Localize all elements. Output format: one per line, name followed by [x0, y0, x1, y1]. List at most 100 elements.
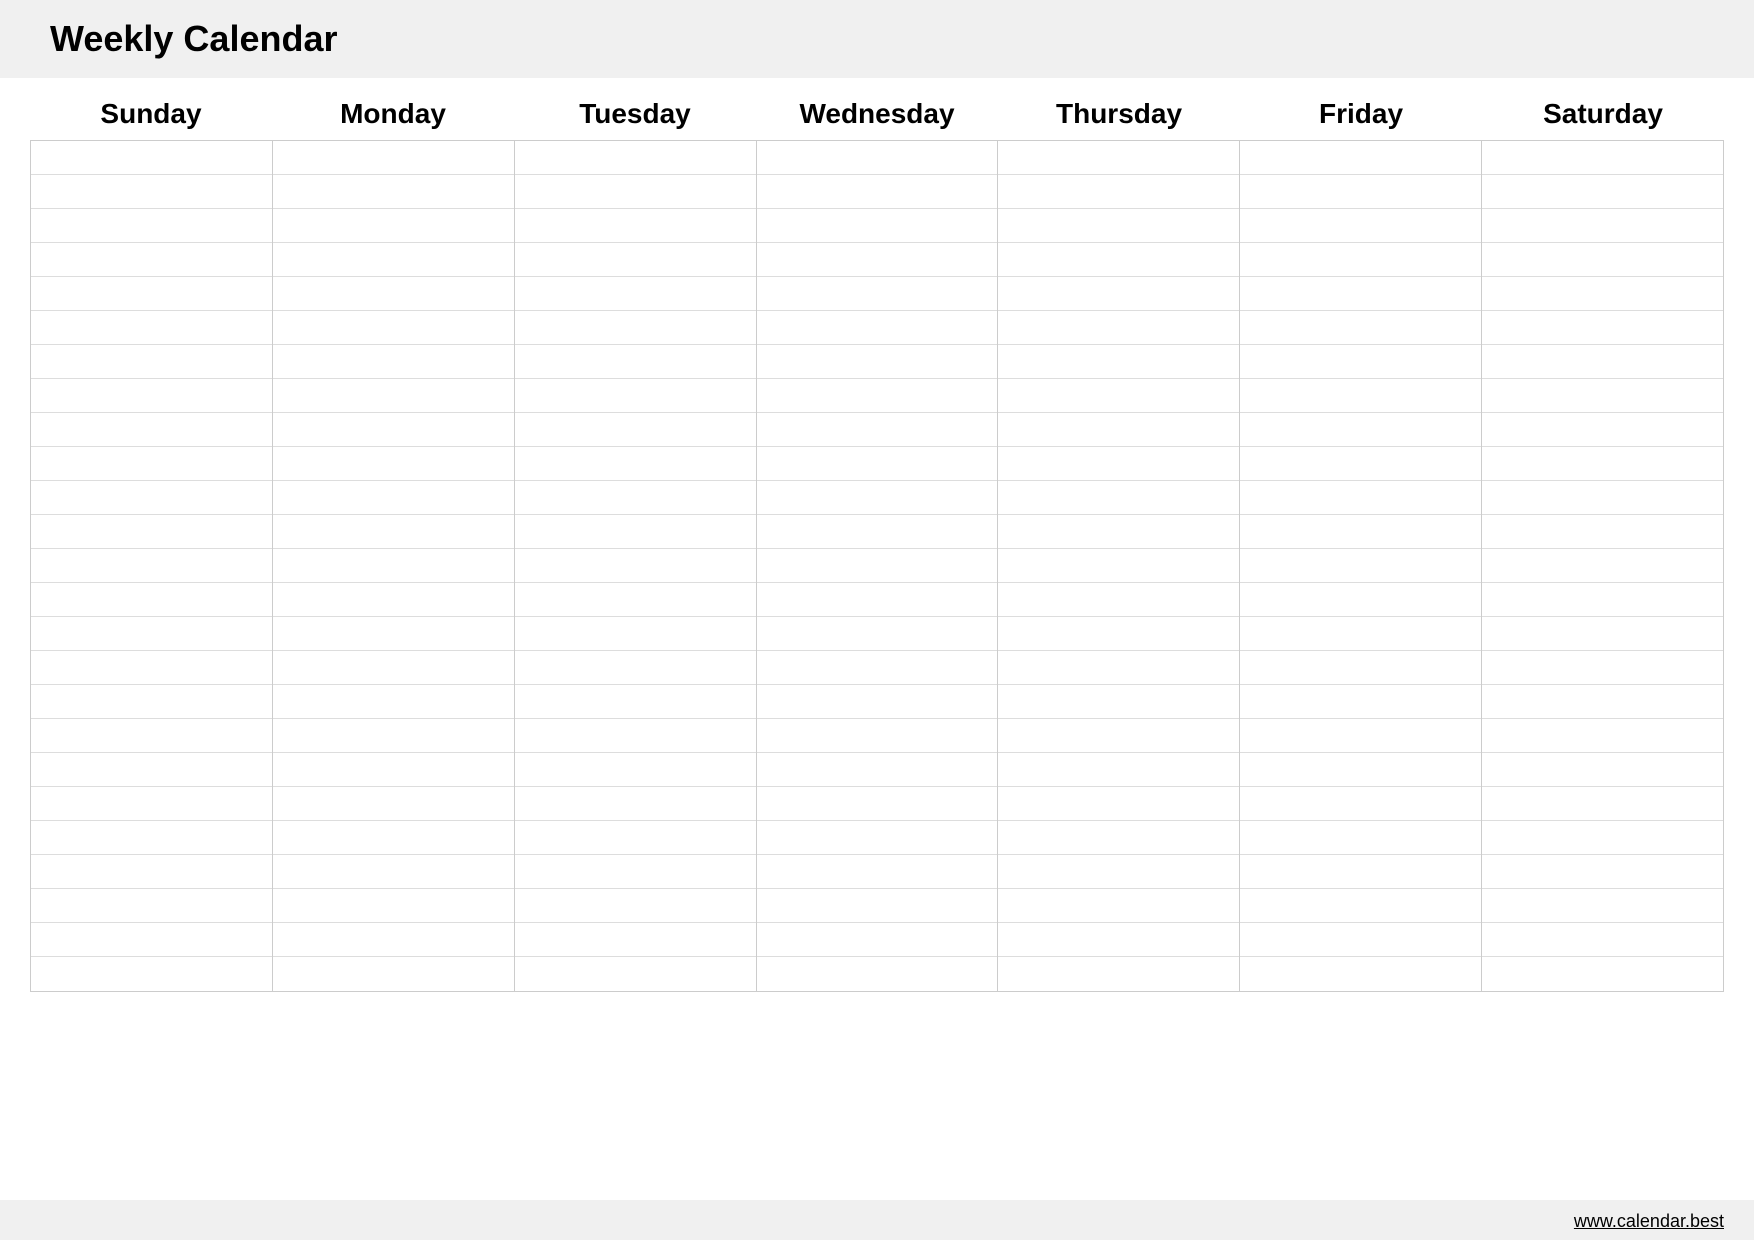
- day-column-tuesday[interactable]: [515, 141, 757, 991]
- time-slot[interactable]: [515, 141, 756, 175]
- time-slot[interactable]: [273, 175, 514, 209]
- time-slot[interactable]: [998, 923, 1239, 957]
- time-slot[interactable]: [998, 821, 1239, 855]
- time-slot[interactable]: [515, 413, 756, 447]
- time-slot[interactable]: [1482, 583, 1723, 617]
- time-slot[interactable]: [1240, 821, 1481, 855]
- time-slot[interactable]: [998, 889, 1239, 923]
- time-slot[interactable]: [31, 277, 272, 311]
- time-slot[interactable]: [31, 821, 272, 855]
- time-slot[interactable]: [515, 515, 756, 549]
- time-slot[interactable]: [1240, 617, 1481, 651]
- time-slot[interactable]: [1482, 617, 1723, 651]
- time-slot[interactable]: [1482, 209, 1723, 243]
- time-slot[interactable]: [31, 617, 272, 651]
- time-slot[interactable]: [757, 413, 998, 447]
- time-slot[interactable]: [31, 583, 272, 617]
- day-column-monday[interactable]: [273, 141, 515, 991]
- time-slot[interactable]: [998, 413, 1239, 447]
- time-slot[interactable]: [515, 243, 756, 277]
- time-slot[interactable]: [1482, 243, 1723, 277]
- time-slot[interactable]: [998, 379, 1239, 413]
- time-slot[interactable]: [998, 583, 1239, 617]
- time-slot[interactable]: [273, 821, 514, 855]
- time-slot[interactable]: [1482, 821, 1723, 855]
- time-slot[interactable]: [31, 447, 272, 481]
- time-slot[interactable]: [273, 277, 514, 311]
- time-slot[interactable]: [1240, 549, 1481, 583]
- time-slot[interactable]: [757, 515, 998, 549]
- time-slot[interactable]: [515, 481, 756, 515]
- time-slot[interactable]: [1482, 311, 1723, 345]
- time-slot[interactable]: [31, 175, 272, 209]
- time-slot[interactable]: [515, 617, 756, 651]
- time-slot[interactable]: [998, 719, 1239, 753]
- time-slot[interactable]: [1482, 345, 1723, 379]
- time-slot[interactable]: [515, 685, 756, 719]
- time-slot[interactable]: [757, 379, 998, 413]
- time-slot[interactable]: [31, 923, 272, 957]
- time-slot[interactable]: [273, 515, 514, 549]
- time-slot[interactable]: [1240, 175, 1481, 209]
- time-slot[interactable]: [31, 787, 272, 821]
- time-slot[interactable]: [273, 651, 514, 685]
- time-slot[interactable]: [1482, 549, 1723, 583]
- time-slot[interactable]: [1482, 957, 1723, 991]
- time-slot[interactable]: [757, 651, 998, 685]
- time-slot[interactable]: [515, 583, 756, 617]
- time-slot[interactable]: [31, 515, 272, 549]
- time-slot[interactable]: [998, 141, 1239, 175]
- time-slot[interactable]: [998, 753, 1239, 787]
- time-slot[interactable]: [757, 685, 998, 719]
- time-slot[interactable]: [515, 753, 756, 787]
- time-slot[interactable]: [31, 209, 272, 243]
- time-slot[interactable]: [273, 311, 514, 345]
- time-slot[interactable]: [515, 923, 756, 957]
- time-slot[interactable]: [1482, 379, 1723, 413]
- time-slot[interactable]: [515, 209, 756, 243]
- time-slot[interactable]: [757, 821, 998, 855]
- time-slot[interactable]: [1240, 753, 1481, 787]
- time-slot[interactable]: [757, 719, 998, 753]
- time-slot[interactable]: [1240, 413, 1481, 447]
- time-slot[interactable]: [1240, 651, 1481, 685]
- time-slot[interactable]: [1482, 719, 1723, 753]
- time-slot[interactable]: [273, 549, 514, 583]
- time-slot[interactable]: [757, 923, 998, 957]
- website-link[interactable]: www.calendar.best: [1574, 1211, 1724, 1232]
- time-slot[interactable]: [757, 175, 998, 209]
- time-slot[interactable]: [998, 447, 1239, 481]
- time-slot[interactable]: [757, 617, 998, 651]
- time-slot[interactable]: [757, 549, 998, 583]
- time-slot[interactable]: [273, 345, 514, 379]
- time-slot[interactable]: [757, 141, 998, 175]
- day-column-thursday[interactable]: [998, 141, 1240, 991]
- time-slot[interactable]: [1482, 447, 1723, 481]
- time-slot[interactable]: [31, 549, 272, 583]
- time-slot[interactable]: [31, 889, 272, 923]
- time-slot[interactable]: [515, 345, 756, 379]
- time-slot[interactable]: [515, 311, 756, 345]
- time-slot[interactable]: [757, 345, 998, 379]
- time-slot[interactable]: [273, 481, 514, 515]
- time-slot[interactable]: [998, 685, 1239, 719]
- time-slot[interactable]: [998, 515, 1239, 549]
- time-slot[interactable]: [273, 855, 514, 889]
- time-slot[interactable]: [757, 855, 998, 889]
- time-slot[interactable]: [1482, 753, 1723, 787]
- time-slot[interactable]: [757, 753, 998, 787]
- time-slot[interactable]: [31, 243, 272, 277]
- time-slot[interactable]: [31, 345, 272, 379]
- time-slot[interactable]: [31, 957, 272, 991]
- time-slot[interactable]: [1482, 685, 1723, 719]
- time-slot[interactable]: [998, 311, 1239, 345]
- time-slot[interactable]: [998, 855, 1239, 889]
- time-slot[interactable]: [1240, 855, 1481, 889]
- time-slot[interactable]: [273, 719, 514, 753]
- time-slot[interactable]: [273, 685, 514, 719]
- time-slot[interactable]: [1482, 787, 1723, 821]
- time-slot[interactable]: [998, 175, 1239, 209]
- time-slot[interactable]: [515, 277, 756, 311]
- time-slot[interactable]: [1240, 685, 1481, 719]
- time-slot[interactable]: [273, 379, 514, 413]
